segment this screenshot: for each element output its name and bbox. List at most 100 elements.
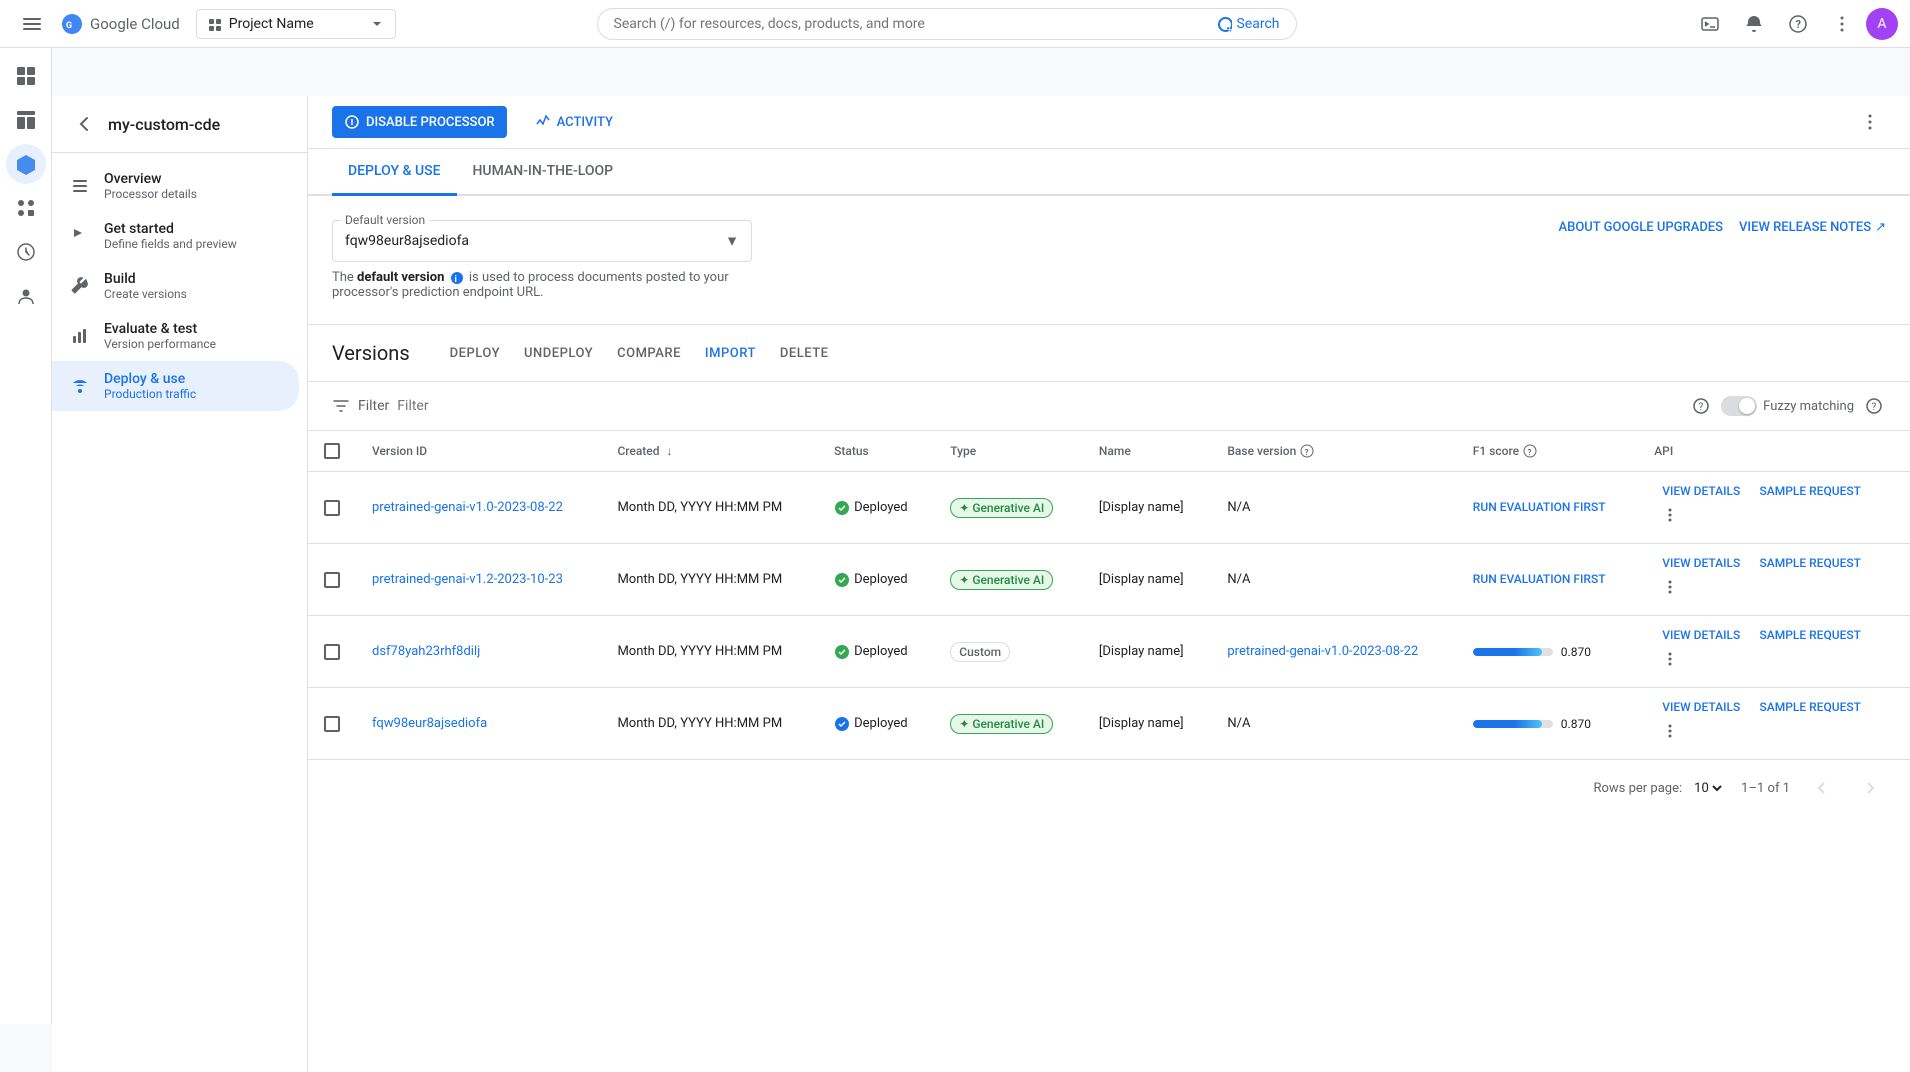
- api-cell: VIEW DETAILS SAMPLE REQUEST: [1638, 544, 1910, 616]
- left-nav: my-custom-cde Overview Processor details: [52, 96, 308, 1072]
- created-cell: Month DD, YYYY HH:MM PM: [601, 688, 818, 760]
- name-cell: [Display name]: [1083, 688, 1211, 760]
- about-upgrades-link[interactable]: ABOUT GOOGLE UPGRADES: [1559, 220, 1724, 235]
- select-all-checkbox[interactable]: [324, 443, 340, 459]
- terminal-icon-btn[interactable]: [1690, 4, 1730, 44]
- sidebar-item-build[interactable]: Build Create versions: [52, 261, 299, 311]
- f1-score-cell: RUN EVALUATION FIRST: [1457, 544, 1638, 616]
- tab-human-loop[interactable]: HUMAN-IN-THE-LOOP: [457, 149, 630, 196]
- disable-processor-button[interactable]: DISABLE PROCESSOR: [332, 106, 507, 138]
- row-more-button[interactable]: [1654, 715, 1686, 747]
- run-eval-link[interactable]: RUN EVALUATION FIRST: [1473, 572, 1606, 586]
- table-body: pretrained-genai-v1.0-2023-08-22 Month D…: [308, 472, 1910, 760]
- list-icon: [68, 174, 92, 198]
- compare-action-btn[interactable]: COMPARE: [609, 342, 689, 365]
- sample-request-button[interactable]: SAMPLE REQUEST: [1752, 696, 1869, 718]
- sidebar-overview-title: Overview: [104, 171, 197, 187]
- fuzzy-help-icon[interactable]: ?: [1862, 394, 1886, 418]
- left-nav-menu: Overview Processor details Get started D…: [52, 153, 307, 419]
- row-checkbox[interactable]: [324, 500, 340, 516]
- row-checkbox[interactable]: [324, 644, 340, 660]
- sample-request-button[interactable]: SAMPLE REQUEST: [1752, 552, 1869, 574]
- prev-page-button[interactable]: [1806, 772, 1838, 804]
- version-select[interactable]: Default version fqw98eur8ajsediofa ▼: [332, 220, 752, 262]
- help-icon-btn[interactable]: ?: [1778, 4, 1818, 44]
- svg-text:i: i: [454, 275, 456, 285]
- th-created[interactable]: Created ↓: [601, 431, 818, 472]
- filter-help-icon[interactable]: ?: [1689, 394, 1713, 418]
- toolbar-more-button[interactable]: [1854, 106, 1886, 138]
- processor-title: my-custom-cde: [108, 115, 220, 134]
- sample-request-button[interactable]: SAMPLE REQUEST: [1752, 624, 1869, 646]
- deploy-action-btn[interactable]: DEPLOY: [442, 342, 508, 365]
- f1-score-bar: 0.870: [1473, 645, 1622, 659]
- th-api: API: [1638, 431, 1910, 472]
- project-selector[interactable]: Project Name: [196, 9, 396, 39]
- th-f1-score: F1 score ?: [1457, 431, 1638, 472]
- fuzzy-toggle-switch[interactable]: [1721, 396, 1757, 416]
- version-id-link[interactable]: pretrained-genai-v1.2-2023-10-23: [372, 572, 563, 587]
- svg-text:?: ?: [1305, 448, 1309, 457]
- avatar[interactable]: A: [1866, 8, 1898, 40]
- back-button[interactable]: [68, 108, 100, 140]
- sidebar-clock-icon[interactable]: [6, 232, 46, 272]
- status-label: Deployed: [854, 716, 908, 731]
- row-more-button[interactable]: [1654, 499, 1686, 531]
- version-id-link[interactable]: dsf78yah23rhf8dilj: [372, 644, 480, 659]
- version-id-link[interactable]: fqw98eur8ajsediofa: [372, 716, 487, 731]
- row-checkbox[interactable]: [324, 716, 340, 732]
- th-status: Status: [818, 431, 934, 472]
- tab-deploy-use[interactable]: DEPLOY & USE: [332, 149, 457, 196]
- sidebar-item-evaluate[interactable]: Evaluate & test Version performance: [52, 311, 299, 361]
- version-select-label: Default version: [341, 213, 429, 227]
- base-version-value: N/A: [1227, 716, 1250, 731]
- search-button[interactable]: Search: [1214, 15, 1279, 33]
- status-label: Deployed: [854, 644, 908, 659]
- view-details-button[interactable]: VIEW DETAILS: [1654, 624, 1748, 646]
- undeploy-action-btn[interactable]: UNDEPLOY: [516, 342, 601, 365]
- sidebar-person-icon[interactable]: [6, 276, 46, 316]
- view-details-button[interactable]: VIEW DETAILS: [1654, 696, 1748, 718]
- run-eval-link[interactable]: RUN EVALUATION FIRST: [1473, 500, 1606, 514]
- sidebar-getstarted-title: Get started: [104, 221, 237, 237]
- created-cell: Month DD, YYYY HH:MM PM: [601, 472, 818, 544]
- row-more-button[interactable]: [1654, 571, 1686, 603]
- search-input[interactable]: [614, 16, 1215, 32]
- delete-action-btn[interactable]: DELETE: [772, 342, 837, 365]
- sidebar-item-get-started[interactable]: Get started Define fields and preview: [52, 211, 299, 261]
- versions-header: Versions DEPLOY UNDEPLOY COMPARE IMPORT …: [308, 325, 1910, 382]
- sidebar-widgets-icon[interactable]: [6, 188, 46, 228]
- status-cell: Deployed: [818, 472, 934, 544]
- top-nav: G Google Cloud Project Name Search ? A: [0, 0, 1910, 48]
- th-name: Name: [1083, 431, 1211, 472]
- view-release-notes-link[interactable]: VIEW RELEASE NOTES ↗: [1739, 220, 1886, 235]
- nav-icons: ? A: [1690, 4, 1898, 44]
- status-label: Deployed: [854, 572, 908, 587]
- version-id-link[interactable]: pretrained-genai-v1.0-2023-08-22: [372, 500, 563, 515]
- version-links: ABOUT GOOGLE UPGRADES VIEW RELEASE NOTES…: [1559, 220, 1887, 235]
- activity-button[interactable]: ACTIVITY: [523, 106, 625, 138]
- sidebar-item-deploy[interactable]: Deploy & use Production traffic: [52, 361, 299, 411]
- more-options-icon-btn[interactable]: [1822, 4, 1862, 44]
- table-header: Version ID Created ↓ Status Type: [308, 431, 1910, 472]
- rows-per-page-select[interactable]: 10 25 50: [1690, 780, 1725, 797]
- name-cell: [Display name]: [1083, 616, 1211, 688]
- hamburger-menu[interactable]: [12, 4, 52, 44]
- next-page-button[interactable]: [1854, 772, 1886, 804]
- view-details-button[interactable]: VIEW DETAILS: [1654, 552, 1748, 574]
- sidebar-item-overview[interactable]: Overview Processor details: [52, 161, 299, 211]
- row-more-button[interactable]: [1654, 643, 1686, 675]
- sample-request-button[interactable]: SAMPLE REQUEST: [1752, 480, 1869, 502]
- table-row: fqw98eur8ajsediofa Month DD, YYYY HH:MM …: [308, 688, 1910, 760]
- import-action-btn[interactable]: IMPORT: [697, 342, 764, 365]
- base-version-link[interactable]: pretrained-genai-v1.0-2023-08-22: [1227, 644, 1418, 659]
- filter-icon: [332, 397, 350, 415]
- row-checkbox-cell: [308, 472, 356, 544]
- sidebar-nav-icon[interactable]: [6, 56, 46, 96]
- sidebar-dashboard-icon[interactable]: [6, 100, 46, 140]
- sidebar-layers-icon[interactable]: [6, 144, 46, 184]
- row-checkbox[interactable]: [324, 572, 340, 588]
- notifications-icon-btn[interactable]: [1734, 4, 1774, 44]
- filter-input[interactable]: [397, 398, 1681, 414]
- view-details-button[interactable]: VIEW DETAILS: [1654, 480, 1748, 502]
